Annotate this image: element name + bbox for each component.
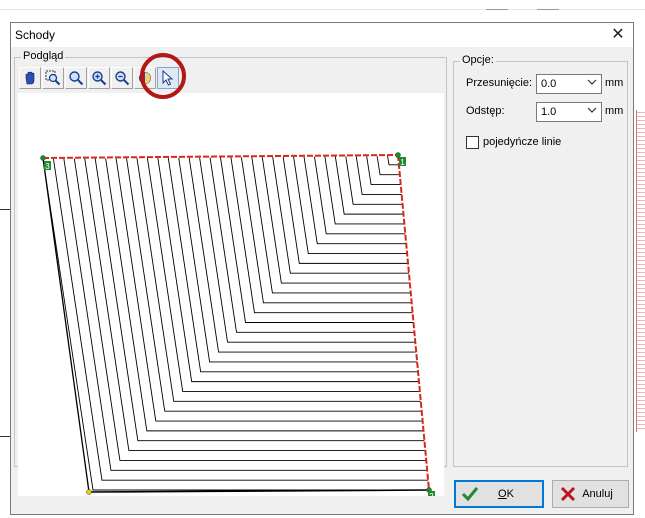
pan-button[interactable] [19,67,41,89]
background-line [0,436,10,437]
close-button[interactable]: ✕ [607,24,629,46]
odstep-value: 1.0 [541,106,557,118]
highlight-circle-annotation [140,53,186,99]
stair-line [303,156,407,245]
zoom-in-button[interactable] [88,67,110,89]
options-group-label: Opcje: [460,54,496,66]
zoom-icon [69,71,84,86]
zoom-window-icon [45,70,61,86]
ok-button[interactable]: OK [454,480,544,508]
stair-line [230,157,413,314]
corner-point [86,489,92,495]
corner-point [40,155,46,161]
odstep-combo[interactable]: 1.0 [536,102,602,122]
preview-group: Podgląd 3 1 [14,50,447,501]
cancel-button[interactable]: Anuluj [552,480,629,508]
przesuniecie-combo[interactable]: 0.0 [536,74,602,94]
stair-line [126,158,422,412]
chevron-down-icon [587,79,597,85]
stair-line [94,158,425,442]
stair-line [314,156,406,235]
chevron-down-icon [587,107,597,113]
zoom-window-button[interactable] [42,67,64,89]
zoom-out-icon [115,71,130,86]
przesuniecie-label: Przesunięcie: [466,77,533,89]
schody-dialog: Schody ✕ Podgląd 3 1 Opcje: Przesunięcie… [10,22,634,515]
przesuniecie-value: 0.0 [541,78,557,90]
options-group: Opcje: Przesunięcie: 0.0 mm Odstęp: 1.0 … [453,54,628,467]
stair-line [261,157,410,284]
cancel-x-icon [560,486,576,502]
title-bar: Schody ✕ [11,23,633,47]
background-control-tick [486,9,508,10]
stair-line [52,158,429,481]
single-lines-checkbox[interactable] [466,136,479,149]
background-hatched-panel [636,110,645,432]
stair-line [345,156,403,205]
stair-line [209,157,415,333]
cancel-button-label: Anuluj [582,488,613,500]
pan-hand-icon [25,71,35,85]
preview-group-label: Podgląd [21,50,66,62]
odstep-unit: mm [605,105,624,117]
preview-toolbar [19,67,443,89]
preview-canvas[interactable]: 3 1 2 [18,93,444,501]
odstep-label: Odstęp: [466,105,505,117]
zoom-button[interactable] [65,67,87,89]
stair-line [84,158,426,452]
zoom-out-button[interactable] [111,67,133,89]
stair-line [240,157,412,304]
checkmark-icon [461,487,479,502]
stair-line [366,156,401,186]
corner-point [395,152,401,158]
corner-marker-label: 2 [429,492,434,496]
corner-marker-label: 1 [400,158,405,167]
window-title: Schody [15,28,56,42]
single-lines-label: pojedyńcze linie [483,136,562,148]
stair-line [355,156,402,195]
stair-line [293,156,408,254]
zoom-in-icon [92,71,107,86]
corner-marker-label: 3 [45,162,50,171]
background-line [0,209,10,210]
ok-button-label: OK [498,488,514,500]
background-control-tick [537,9,559,10]
przesuniecie-unit: mm [605,77,624,89]
stairs-drawing: 3 1 2 [40,152,435,501]
